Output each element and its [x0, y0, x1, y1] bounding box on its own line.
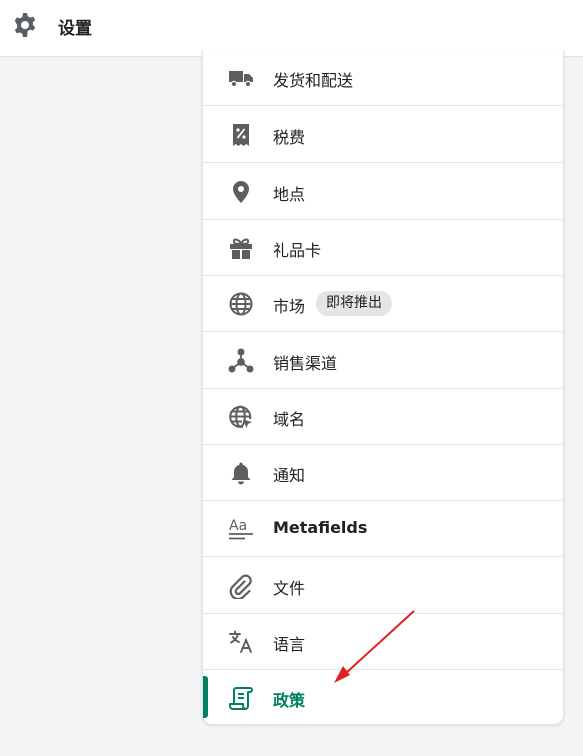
menu-item-files[interactable]: 文件: [203, 558, 563, 614]
menu-item-gift-cards[interactable]: 礼品卡: [203, 220, 563, 276]
globe-icon: [229, 292, 253, 316]
active-indicator: [203, 676, 208, 718]
menu-item-taxes[interactable]: 税费: [203, 107, 563, 163]
menu-item-label: Metafields: [273, 518, 368, 537]
menu-item-shipping[interactable]: 发货和配送: [203, 50, 563, 106]
menu-item-label: 通知: [273, 466, 306, 485]
settings-menu: 发货和配送 税费 地点 礼品卡 市场 即将推出 销售渠道 域名 通知 Aa Me…: [202, 50, 564, 725]
gift-icon: [230, 238, 252, 259]
menu-item-notifications[interactable]: 通知: [203, 445, 563, 501]
paperclip-icon: [229, 574, 252, 599]
menu-item-label: 税费: [273, 128, 306, 147]
menu-item-policies[interactable]: 政策: [203, 670, 563, 726]
metafields-icon: Aa: [229, 518, 253, 540]
translate-icon: [229, 630, 252, 653]
menu-item-label: 市场: [273, 297, 306, 316]
menu-item-sales-channels[interactable]: 销售渠道: [203, 333, 563, 389]
menu-item-label: 政策: [273, 691, 306, 710]
menu-item-label: 销售渠道: [273, 354, 338, 373]
menu-item-label: 语言: [273, 635, 306, 654]
menu-item-label: 发货和配送: [273, 71, 354, 90]
menu-item-label: 域名: [273, 410, 306, 429]
coming-soon-badge: 即将推出: [316, 291, 392, 316]
menu-item-label: 文件: [273, 579, 306, 598]
policy-scroll-icon: [229, 687, 253, 710]
channels-icon: [228, 348, 254, 373]
domain-globe-icon: [229, 405, 252, 428]
truck-icon: [229, 71, 253, 88]
menu-item-markets[interactable]: 市场 即将推出: [203, 276, 563, 332]
gear-icon: [14, 13, 36, 37]
top-bar: 设置: [0, 0, 583, 57]
menu-item-domains[interactable]: 域名: [203, 389, 563, 445]
menu-item-languages[interactable]: 语言: [203, 614, 563, 670]
location-pin-icon: [233, 181, 249, 203]
receipt-percent-icon: [233, 124, 249, 146]
menu-item-metafields[interactable]: Aa Metafields: [203, 501, 563, 557]
menu-item-locations[interactable]: 地点: [203, 164, 563, 220]
svg-text:Aa: Aa: [229, 518, 247, 534]
menu-item-label: 地点: [273, 185, 306, 204]
bell-icon: [231, 462, 251, 485]
menu-item-label: 礼品卡: [273, 241, 322, 260]
page-title: 设置: [58, 19, 92, 39]
